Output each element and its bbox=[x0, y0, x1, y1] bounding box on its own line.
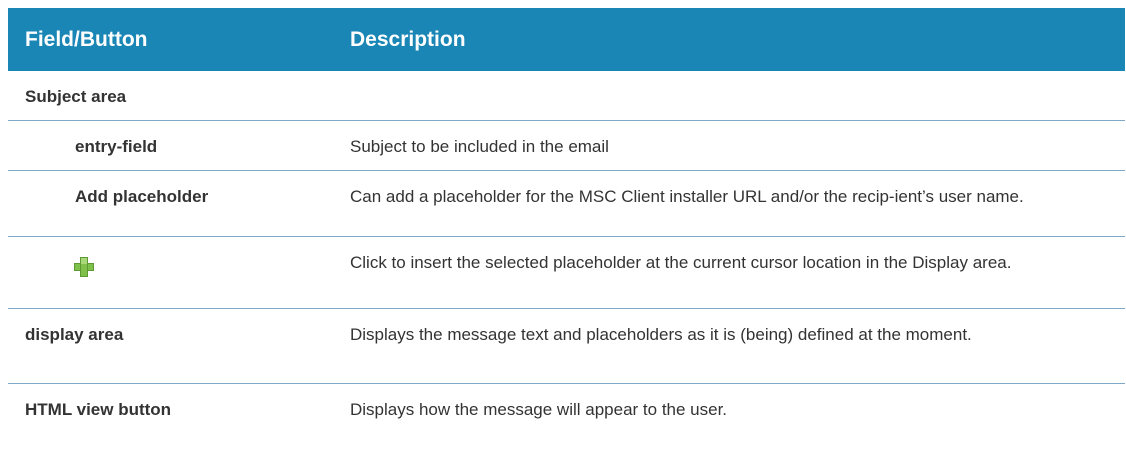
table-row: Subject area bbox=[8, 71, 1125, 121]
description-display-area: Displays the message text and placeholde… bbox=[350, 325, 972, 344]
table-row: Click to insert the selected placeholder… bbox=[8, 237, 1125, 309]
description-plus-button: Click to insert the selected placeholder… bbox=[350, 253, 1012, 272]
table-row: display area Displays the message text a… bbox=[8, 309, 1125, 384]
table-header: Field/Button Description bbox=[8, 8, 1125, 71]
field-add-placeholder: Add placeholder bbox=[75, 187, 209, 206]
table-row: Add placeholder Can add a placeholder fo… bbox=[8, 171, 1125, 237]
description-html-view-button: Displays how the message will appear to … bbox=[350, 400, 728, 419]
field-html-view-button: HTML view button bbox=[25, 400, 172, 419]
field-description-table: Field/Button Description Subject area en… bbox=[8, 8, 1125, 440]
description-subject-area bbox=[350, 71, 1125, 120]
plus-icon bbox=[74, 257, 94, 277]
header-field-button: Field/Button bbox=[25, 27, 148, 51]
field-subject-area: Subject area bbox=[25, 87, 127, 106]
field-plus-button bbox=[8, 237, 350, 308]
description-entry-field: Subject to be included in the email bbox=[350, 137, 609, 156]
field-entry-field: entry-field bbox=[75, 137, 158, 156]
description-add-placeholder: Can add a placeholder for the MSC Client… bbox=[350, 187, 1024, 206]
field-display-area: display area bbox=[25, 325, 124, 344]
table-row: entry-field Subject to be included in th… bbox=[8, 121, 1125, 171]
table-row: HTML view button Displays how the messag… bbox=[8, 384, 1125, 440]
header-description: Description bbox=[350, 27, 466, 51]
